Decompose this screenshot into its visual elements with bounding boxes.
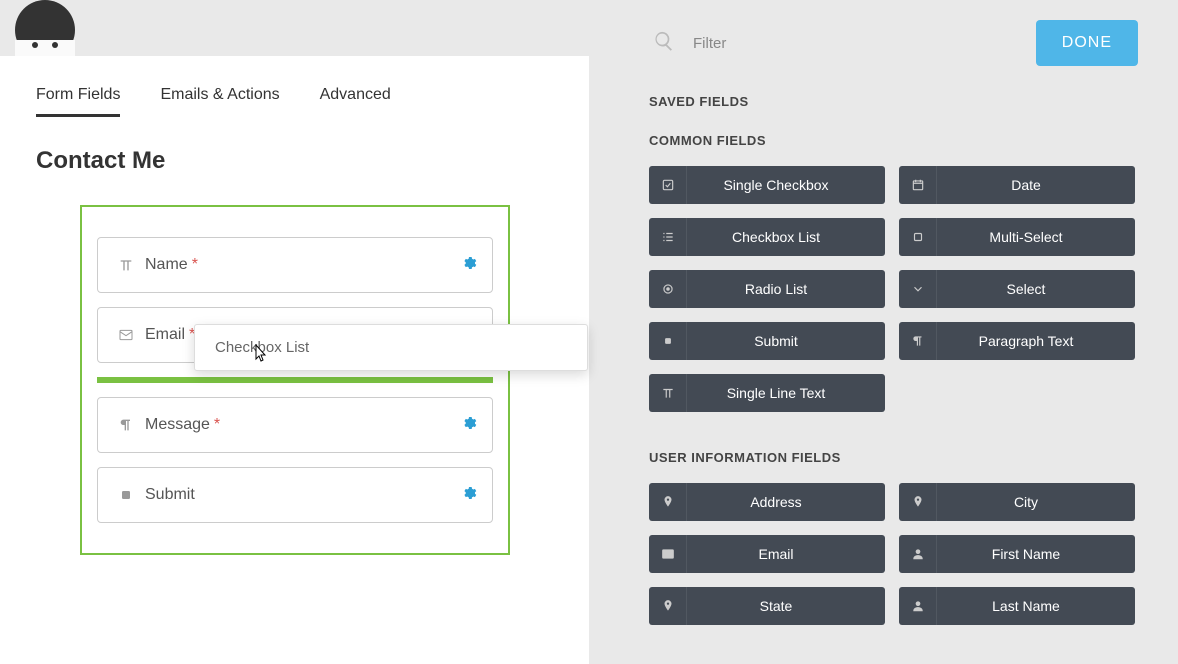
chip-label: State — [687, 598, 885, 614]
square-o-icon — [899, 218, 937, 256]
section-user-info-fields: USER INFORMATION FIELDS — [649, 450, 1138, 465]
paragraph-icon — [113, 417, 139, 433]
envelope-icon — [649, 535, 687, 573]
chip-label: Paragraph Text — [937, 333, 1135, 349]
chip-label: Last Name — [937, 598, 1135, 614]
paragraph-icon — [899, 322, 937, 360]
text-icon — [113, 257, 139, 273]
chip-paragraph-text[interactable]: Paragraph Text — [899, 322, 1135, 360]
chip-label: Single Line Text — [687, 385, 885, 401]
text-icon — [649, 374, 687, 412]
search-row: DONE — [649, 20, 1138, 66]
ninja-logo — [15, 0, 75, 56]
chip-multi-select[interactable]: Multi-Select — [899, 218, 1135, 256]
search-icon — [653, 30, 675, 57]
tab-form-fields[interactable]: Form Fields — [36, 86, 120, 117]
drop-indicator — [97, 377, 493, 383]
square-icon — [649, 322, 687, 360]
chip-label: City — [937, 494, 1135, 510]
chip-label: Address — [687, 494, 885, 510]
chip-city[interactable]: City — [899, 483, 1135, 521]
calendar-icon — [899, 166, 937, 204]
chip-label: Checkbox List — [687, 229, 885, 245]
form-title[interactable]: Contact Me — [36, 147, 553, 175]
chip-label: Email — [687, 546, 885, 562]
chip-submit[interactable]: Submit — [649, 322, 885, 360]
chip-label: First Name — [937, 546, 1135, 562]
chip-select[interactable]: Select — [899, 270, 1135, 308]
section-saved-fields: SAVED FIELDS — [649, 94, 1138, 109]
done-button[interactable]: DONE — [1036, 20, 1138, 66]
marker-icon — [649, 483, 687, 521]
required-mark: * — [192, 256, 198, 274]
chip-single-line-text[interactable]: Single Line Text — [649, 374, 885, 412]
square-icon — [113, 487, 139, 503]
chip-label: Multi-Select — [937, 229, 1135, 245]
user-fields-grid: Address City Email First Name State Last… — [649, 483, 1138, 625]
tab-advanced[interactable]: Advanced — [320, 86, 391, 117]
filter-input[interactable] — [693, 35, 1036, 52]
field-label: Submit — [145, 486, 195, 504]
chip-single-checkbox[interactable]: Single Checkbox — [649, 166, 885, 204]
gear-icon[interactable] — [461, 255, 477, 276]
chip-radio-list[interactable]: Radio List — [649, 270, 885, 308]
required-mark: * — [214, 416, 220, 434]
field-label: Email — [145, 326, 185, 344]
chip-state[interactable]: State — [649, 587, 885, 625]
field-palette-panel: DONE SAVED FIELDS COMMON FIELDS Single C… — [639, 0, 1178, 664]
common-fields-grid: Single Checkbox Date Checkbox List Multi… — [649, 166, 1138, 412]
envelope-icon — [113, 327, 139, 343]
chip-label: Submit — [687, 333, 885, 349]
tab-emails-actions[interactable]: Emails & Actions — [160, 86, 279, 117]
field-row-name[interactable]: Name * — [97, 237, 493, 293]
marker-icon — [649, 587, 687, 625]
dot-circle-icon — [649, 270, 687, 308]
chevron-down-icon — [899, 270, 937, 308]
chip-email[interactable]: Email — [649, 535, 885, 573]
user-icon — [899, 587, 937, 625]
field-row-message[interactable]: Message * — [97, 397, 493, 453]
field-label: Name — [145, 256, 188, 274]
list-icon — [649, 218, 687, 256]
field-label: Message — [145, 416, 210, 434]
user-icon — [899, 535, 937, 573]
gear-icon[interactable] — [461, 485, 477, 506]
tabs: Form Fields Emails & Actions Advanced — [36, 86, 553, 117]
check-square-icon — [649, 166, 687, 204]
chip-address[interactable]: Address — [649, 483, 885, 521]
marker-icon — [899, 483, 937, 521]
field-row-submit[interactable]: Submit — [97, 467, 493, 523]
gear-icon[interactable] — [461, 415, 477, 436]
form-dropzone[interactable]: Name * Email * Message * Submit — [80, 205, 510, 555]
chip-label: Single Checkbox — [687, 177, 885, 193]
chip-label: Date — [937, 177, 1135, 193]
cursor-icon — [251, 344, 267, 369]
chip-first-name[interactable]: First Name — [899, 535, 1135, 573]
chip-label: Select — [937, 281, 1135, 297]
chip-checkbox-list[interactable]: Checkbox List — [649, 218, 885, 256]
chip-label: Radio List — [687, 281, 885, 297]
chip-last-name[interactable]: Last Name — [899, 587, 1135, 625]
chip-date[interactable]: Date — [899, 166, 1135, 204]
section-common-fields: COMMON FIELDS — [649, 133, 1138, 148]
